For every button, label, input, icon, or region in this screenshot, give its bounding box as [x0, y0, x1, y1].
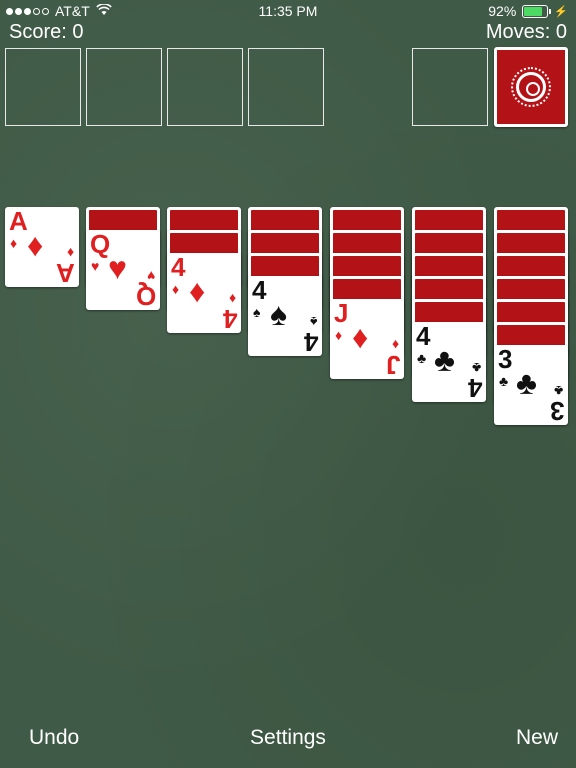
card-rank-bottom: 4 [467, 373, 482, 402]
card-rank: 4 [416, 322, 431, 351]
card-suit-large-icon: ♠ [270, 296, 287, 332]
settings-button[interactable]: Settings [0, 726, 576, 750]
card-rank: 4 [171, 253, 186, 282]
face-up-card[interactable]: 4 ♠ ♠ ♠ 4 [248, 276, 322, 356]
foundation-slot-4[interactable] [248, 48, 324, 126]
face-up-card[interactable]: 4 ♣ ♣ ♣ 4 [412, 322, 486, 402]
card-rank-bottom: 4 [222, 304, 237, 333]
card-suit-small-icon: ♥ [91, 258, 100, 274]
card-rank: A [9, 207, 28, 236]
card-rank-bottom: A [56, 258, 75, 287]
card-suit-large-icon: ♦ [189, 273, 206, 309]
card-suit-small-icon: ♦ [10, 235, 18, 251]
foundation-slot-3[interactable] [167, 48, 243, 126]
face-up-card[interactable]: A ♦ ♦ ♦ A [5, 207, 79, 287]
card-rank: 4 [252, 276, 267, 305]
status-bar: AT&T 11:35 PM 92% ⚡ [0, 0, 576, 22]
card-rank-bottom: 3 [549, 396, 564, 425]
card-suit-small-icon: ♠ [253, 304, 261, 320]
face-up-card[interactable]: Q ♥ ♥ ♥ Q [86, 230, 160, 310]
charging-bolt-icon: ⚡ [554, 5, 568, 18]
card-suit-small-icon: ♦ [335, 327, 343, 343]
status-right: 92% ⚡ [488, 3, 568, 19]
moves-label: Moves: 0 [485, 21, 567, 43]
card-suit-small-icon: ♣ [417, 350, 427, 366]
face-up-card[interactable]: J ♦ ♦ ♦ J [330, 299, 404, 379]
card-back [497, 50, 565, 124]
card-rank-bottom: 4 [303, 327, 318, 356]
foundation-slot-2[interactable] [86, 48, 162, 126]
face-up-card[interactable]: 4 ♦ ♦ ♦ 4 [167, 253, 241, 333]
card-rank: 3 [498, 345, 513, 374]
card-suit-large-icon: ♣ [434, 342, 455, 378]
face-up-card[interactable]: 3 ♣ ♣ ♣ 3 [494, 345, 568, 425]
stock-pile[interactable] [494, 47, 568, 127]
foundation-slot-1[interactable] [5, 48, 81, 126]
card-rank-bottom: J [385, 350, 400, 379]
card-back-emblem-center [516, 72, 546, 102]
battery-percent: 92% [488, 3, 517, 19]
card-suit-small-icon: ♣ [499, 373, 509, 389]
card-suit-large-icon: ♣ [516, 365, 537, 401]
card-suit-large-icon: ♦ [27, 227, 44, 263]
card-suit-large-icon: ♦ [352, 319, 369, 355]
new-game-button[interactable]: New [516, 726, 558, 750]
battery-icon [522, 4, 552, 18]
card-rank-bottom: Q [135, 281, 156, 310]
bottom-toolbar: Undo Settings New [0, 726, 576, 754]
card-suit-small-icon: ♦ [172, 281, 180, 297]
score-label: Score: 0 [9, 21, 84, 43]
waste-slot[interactable] [412, 48, 488, 126]
card-suit-large-icon: ♥ [108, 250, 127, 286]
card-rank: J [334, 299, 349, 328]
